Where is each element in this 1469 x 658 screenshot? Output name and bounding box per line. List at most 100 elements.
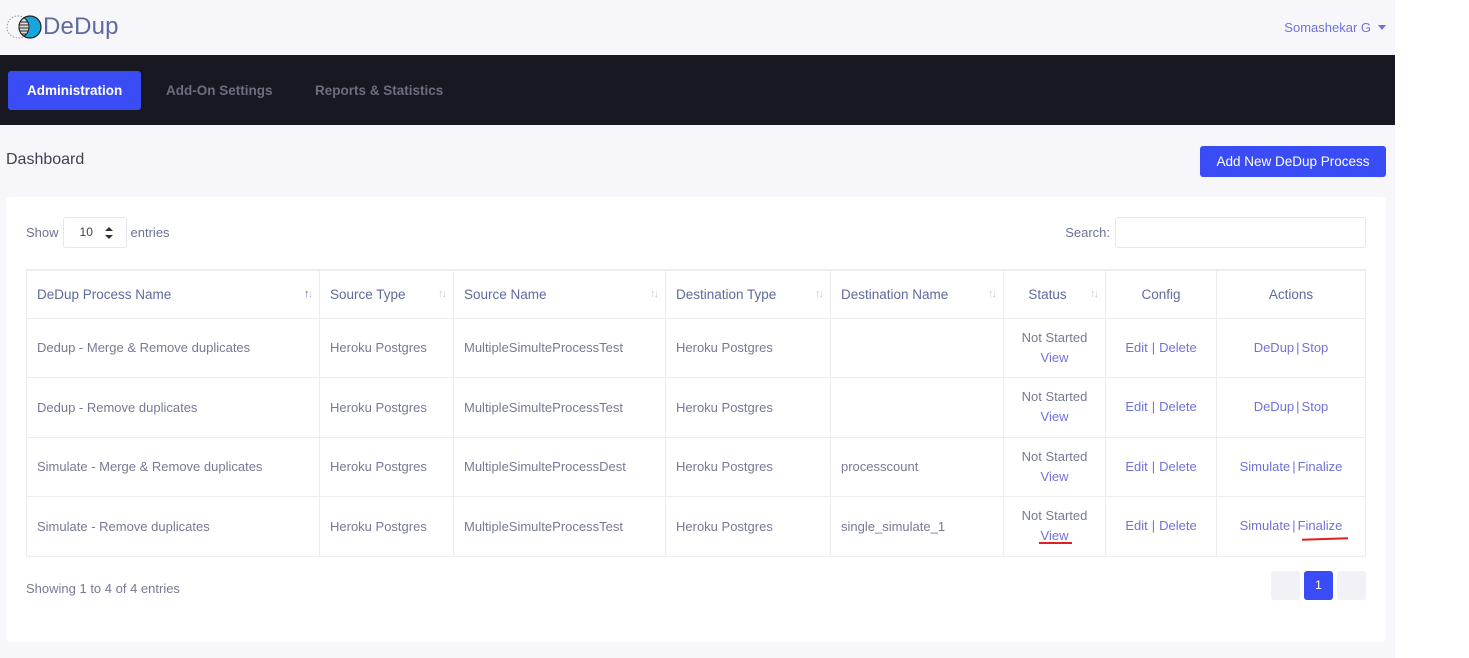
stop-link[interactable]: Stop — [1302, 340, 1329, 355]
user-menu[interactable]: Somashekar G — [1284, 20, 1386, 35]
view-link[interactable]: View — [1014, 348, 1095, 368]
table-info: Showing 1 to 4 of 4 entries — [26, 581, 180, 596]
next-page-button[interactable] — [1337, 571, 1366, 600]
search-control: Search: — [1065, 217, 1366, 248]
cell-process-name: Dedup - Remove duplicates — [26, 377, 320, 438]
user-name: Somashekar G — [1284, 20, 1371, 35]
cell-process-name: Simulate - Remove duplicates — [26, 496, 320, 557]
column-header-source-type[interactable]: Source Type ↑↓ — [319, 269, 454, 319]
page-button[interactable]: 1 — [1304, 571, 1333, 600]
cell-destination-name — [830, 317, 1004, 378]
cell-source-name: MultipleSimulteProcessTest — [453, 377, 666, 438]
column-header-status[interactable]: Status ↑↓ — [1003, 269, 1106, 319]
column-label: Destination Type — [676, 286, 777, 302]
cell-destination-type: Heroku Postgres — [665, 377, 831, 438]
cell-status: Not Started View — [1003, 496, 1106, 557]
table-row: Dedup - Merge & Remove duplicates Heroku… — [26, 317, 1366, 378]
delete-link[interactable]: Delete — [1159, 459, 1197, 474]
separator: | — [1151, 399, 1156, 415]
column-header-config: Config — [1105, 269, 1217, 319]
column-label: DeDup Process Name — [37, 286, 172, 302]
cell-source-type: Heroku Postgres — [319, 317, 454, 378]
finalize-link[interactable]: Finalize — [1298, 518, 1343, 533]
delete-link[interactable]: Delete — [1159, 399, 1197, 414]
edit-link[interactable]: Edit — [1125, 518, 1147, 533]
column-label: Source Type — [330, 286, 406, 302]
table-row: Simulate - Merge & Remove duplicates Her… — [26, 436, 1366, 497]
simulate-link[interactable]: Simulate — [1240, 459, 1291, 474]
cell-status: Not Started View — [1003, 436, 1106, 497]
tab-reports-statistics[interactable]: Reports & Statistics — [315, 71, 443, 110]
delete-link[interactable]: Delete — [1159, 340, 1197, 355]
column-header-destination-type[interactable]: Destination Type ↑↓ — [665, 269, 831, 319]
cell-actions: DeDup | Stop — [1216, 317, 1366, 378]
cell-destination-name: processcount — [830, 436, 1004, 497]
cell-process-name: Dedup - Merge & Remove duplicates — [26, 317, 320, 378]
processes-card: Show 10 entries Search: DeDup Process Na… — [6, 197, 1386, 642]
finalize-link[interactable]: Finalize — [1298, 459, 1343, 474]
cell-source-name: MultipleSimulteProcessDest — [453, 436, 666, 497]
sort-icon: ↑↓ — [650, 288, 659, 300]
entries-select-value: 10 — [79, 225, 93, 239]
cell-status: Not Started View — [1003, 377, 1106, 438]
column-header-destination-name[interactable]: Destination Name ↑↓ — [830, 269, 1004, 319]
cell-process-name: Simulate - Merge & Remove duplicates — [26, 436, 320, 497]
column-header-process-name[interactable]: DeDup Process Name ↑↓ — [26, 269, 320, 319]
simulate-link[interactable]: Simulate — [1240, 518, 1291, 533]
view-link[interactable]: View — [1014, 467, 1095, 487]
caret-down-icon — [1378, 25, 1386, 30]
top-bar: DeDup Somashekar G — [0, 0, 1395, 55]
cell-config: Edit | Delete — [1105, 317, 1217, 378]
cell-actions: Simulate | Finalize — [1216, 436, 1366, 497]
processes-table: DeDup Process Name ↑↓ Source Type ↑↓ Sourc… — [26, 269, 1366, 557]
annotation-underline-view — [1039, 542, 1072, 544]
table-row: Dedup - Remove duplicates Heroku Postgre… — [26, 377, 1366, 438]
separator: | — [1151, 518, 1156, 534]
tab-administration[interactable]: Administration — [8, 71, 142, 110]
select-arrows-icon — [104, 227, 113, 239]
cell-actions: DeDup | Stop — [1216, 377, 1366, 438]
cell-source-name: MultipleSimulteProcessTest — [453, 496, 666, 557]
search-input[interactable] — [1115, 217, 1366, 248]
delete-link[interactable]: Delete — [1159, 518, 1197, 533]
logo[interactable]: DeDup — [6, 12, 119, 42]
page-title: Dashboard — [6, 151, 85, 168]
dedup-link[interactable]: DeDup — [1254, 399, 1294, 414]
column-label: Config — [1141, 286, 1181, 302]
column-header-actions: Actions — [1216, 269, 1366, 319]
show-label: Show — [26, 225, 59, 240]
pagination: 1 — [1271, 571, 1366, 600]
entries-label: entries — [130, 225, 170, 240]
sort-asc-icon: ↑↓ — [304, 288, 313, 300]
column-label: Actions — [1268, 286, 1314, 302]
cell-destination-name: single_simulate_1 — [830, 496, 1004, 557]
separator: | — [1292, 458, 1296, 474]
table-row: Simulate - Remove duplicates Heroku Post… — [26, 496, 1366, 557]
add-new-dedup-process-button[interactable]: Add New DeDup Process — [1200, 146, 1386, 177]
view-link[interactable]: View — [1014, 407, 1095, 427]
cell-source-type: Heroku Postgres — [319, 377, 454, 438]
cell-source-type: Heroku Postgres — [319, 496, 454, 557]
previous-page-button[interactable] — [1271, 571, 1300, 600]
cell-destination-type: Heroku Postgres — [665, 317, 831, 378]
edit-link[interactable]: Edit — [1125, 340, 1147, 355]
cell-config: Edit | Delete — [1105, 377, 1217, 438]
separator: | — [1296, 339, 1300, 355]
edit-link[interactable]: Edit — [1125, 459, 1147, 474]
column-label: Status — [1028, 286, 1067, 302]
column-header-source-name[interactable]: Source Name ↑↓ — [453, 269, 666, 319]
stop-link[interactable]: Stop — [1302, 399, 1329, 414]
entries-select[interactable]: 10 — [62, 217, 127, 248]
table-header-row: DeDup Process Name ↑↓ Source Type ↑↓ Sourc… — [26, 269, 1366, 319]
status-text: Not Started — [1021, 389, 1088, 405]
edit-link[interactable]: Edit — [1125, 399, 1147, 414]
status-text: Not Started — [1021, 448, 1088, 464]
sort-icon: ↑↓ — [815, 288, 824, 300]
separator: | — [1292, 518, 1296, 534]
dedup-link[interactable]: DeDup — [1254, 340, 1294, 355]
venn-logo-icon — [6, 15, 42, 39]
search-label: Search: — [1065, 225, 1110, 240]
entries-length-control: Show 10 entries — [26, 217, 170, 248]
app-name: DeDup — [43, 13, 119, 40]
tab-add-on-settings[interactable]: Add-On Settings — [166, 71, 273, 110]
